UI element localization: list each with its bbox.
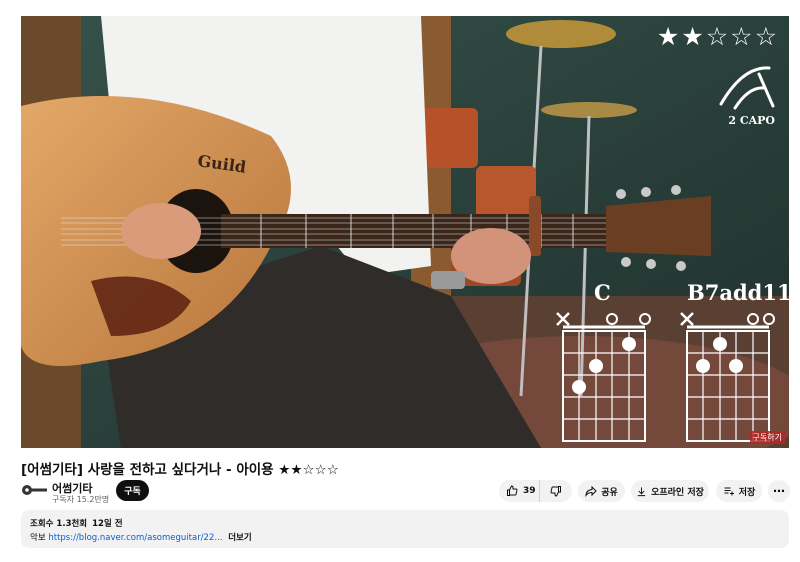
show-more-button[interactable]: 더보기: [228, 533, 251, 543]
description-box[interactable]: 조회수 1.3천회 12일 전 악보 https://blog.naver.com…: [21, 510, 789, 548]
share-button[interactable]: 공유: [578, 480, 625, 502]
playlist-add-icon: [723, 485, 735, 497]
chord-label-2: B7add11: [687, 280, 789, 305]
dislike-button[interactable]: [540, 480, 573, 502]
video-player[interactable]: Guild ★ ★ ☆ ☆ ☆ 2 CAPO C B7add11 구독하기: [21, 16, 789, 448]
download-icon: [636, 486, 647, 497]
star-filled-icon: ★: [656, 22, 680, 51]
more-actions-button[interactable]: ⋯: [768, 480, 790, 502]
save-label: 저장: [738, 487, 756, 498]
thumb-down-icon: [550, 485, 562, 497]
channel-avatar[interactable]: [21, 482, 47, 498]
sheet-music-link[interactable]: https://blog.naver.com/asomeguitar/22...: [48, 533, 222, 543]
share-arrow-icon: [585, 485, 597, 497]
like-dislike-group: 39: [499, 480, 572, 502]
star-empty-icon: ☆: [730, 22, 753, 51]
capo-label: 2 CAPO: [728, 114, 775, 127]
description-prefix: 악보: [30, 533, 46, 543]
star-empty-icon: ☆: [705, 22, 729, 51]
offline-save-label: 오프라인 저장: [651, 487, 704, 498]
subscriber-count: 구독자 15.2만명: [52, 495, 110, 504]
upload-date: 12일 전: [92, 519, 123, 529]
description-text: 악보 https://blog.naver.com/asomeguitar/22…: [30, 531, 252, 543]
like-count: 39: [523, 486, 536, 496]
description-meta: 조회수 1.3천회 12일 전: [30, 517, 123, 529]
overlay-rating: ★ ★ ☆ ☆ ☆: [657, 24, 777, 50]
star-empty-icon: ☆: [754, 22, 777, 51]
offline-save-button[interactable]: 오프라인 저장: [631, 480, 709, 502]
subscribe-watermark[interactable]: 구독하기: [749, 431, 785, 444]
save-button[interactable]: 저장: [716, 480, 762, 502]
subscribe-button[interactable]: 구독: [116, 480, 149, 501]
share-label: 공유: [601, 487, 618, 498]
thumb-up-icon: [506, 485, 518, 497]
more-icon: ⋯: [773, 484, 785, 498]
star-filled-icon: ★: [681, 22, 704, 51]
video-frame-image: Guild: [21, 16, 789, 448]
video-title: [어썸기타] 사랑을 전하고 싶다거나 - 아이용 ★★☆☆☆: [21, 462, 339, 478]
view-count: 조회수 1.3천회: [30, 519, 88, 529]
chord-label-1: C: [594, 280, 611, 305]
like-button[interactable]: 39: [499, 480, 540, 502]
